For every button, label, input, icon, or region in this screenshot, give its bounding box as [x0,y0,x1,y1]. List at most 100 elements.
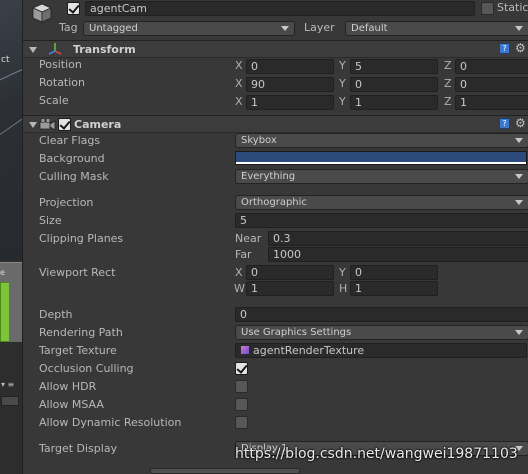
help-book-icon[interactable]: ? [499,43,510,54]
gameobject-cube-icon [32,3,52,23]
depth-label: Depth [39,308,73,321]
viewport-rect-label: Viewport Rect [39,266,116,279]
camera-enabled-checkbox[interactable] [58,118,71,131]
allow-msaa-label: Allow MSAA [39,398,104,411]
culling-mask-label: Culling Mask [39,170,109,183]
axis-y-label: Y [339,59,346,72]
foldout-arrow-icon[interactable] [29,122,37,128]
position-x-field[interactable]: 0 [246,59,334,74]
axis-x-label: X [235,95,243,108]
culling-mask-value: Everything [241,171,296,182]
rotation-y-field[interactable]: 0 [350,77,438,92]
tag-dropdown[interactable]: Untagged [83,21,295,36]
gear-icon[interactable]: ⚙ [515,117,527,129]
panel-menu-icon[interactable]: ▾ ≡ [1,380,19,390]
static-label: Static [497,1,528,14]
far-field[interactable]: 1000 [268,247,528,262]
axis-z-label: Z [444,95,452,108]
axis-h-label: H [339,282,348,295]
allow-msaa-checkbox[interactable] [235,398,248,411]
help-book-icon[interactable]: ? [499,118,510,129]
axis-z-label: Z [444,77,452,90]
panel-control[interactable] [1,396,19,406]
viewport-h-field[interactable]: 1 [350,281,438,296]
axis-x-label: X [235,266,243,279]
target-texture-value: agentRenderTexture [253,344,365,357]
axis-w-label: W [234,282,245,295]
render-texture-icon [240,345,250,355]
rotation-z-field[interactable]: 0 [455,77,528,92]
rendering-path-dropdown[interactable]: Use Graphics Settings [235,325,528,340]
far-label: Far [235,248,252,261]
alpha-bar [236,162,526,164]
rendering-path-label: Rendering Path [39,326,123,339]
gameobject-name-field[interactable]: agentCam [85,1,475,16]
near-label: Near [235,232,262,245]
foldout-arrow-icon[interactable] [29,47,37,53]
scene-view-edge: ct e ▾ ≡ [0,0,22,474]
clear-flags-label: Clear Flags [39,134,101,147]
gear-icon[interactable]: ⚙ [515,42,527,54]
transform-title: Transform [73,43,136,56]
occlusion-culling-label: Occlusion Culling [39,362,134,375]
inspector-panel: agentCam Static Tag Untagged Layer Defau… [22,0,528,474]
chevron-down-icon [515,138,523,143]
active-checkbox[interactable] [67,2,80,15]
layer-value: Default [351,23,388,34]
game-view-tag: e [0,268,5,277]
near-field[interactable]: 0.3 [268,231,528,246]
projection-dropdown[interactable]: Orthographic [235,195,528,210]
chevron-down-icon [515,26,523,31]
position-z-field[interactable]: 0 [455,59,528,74]
clipping-planes-label: Clipping Planes [39,232,124,245]
axis-y-label: Y [339,95,346,108]
depth-field[interactable]: 0 [235,307,528,322]
chevron-down-icon [515,330,523,335]
axis-x-label: X [235,77,243,90]
camera-title: Camera [74,118,122,131]
viewport-y-field[interactable]: 0 [350,265,438,280]
rendering-path-value: Use Graphics Settings [241,327,352,338]
rotation-label: Rotation [39,76,86,89]
tag-value: Untagged [89,23,138,34]
allow-dynamic-resolution-label: Allow Dynamic Resolution [39,416,182,429]
static-checkbox[interactable] [481,2,494,15]
axis-z-label: Z [444,59,452,72]
chevron-down-icon [515,174,523,179]
layer-dropdown[interactable]: Default [345,21,528,36]
target-display-label: Target Display [39,442,118,455]
target-texture-field[interactable]: agentRenderTexture [235,343,527,358]
occlusion-culling-checkbox[interactable] [235,362,248,375]
position-label: Position [39,58,82,71]
clear-flags-dropdown[interactable]: Skybox [235,133,528,148]
viewport-x-field[interactable]: 0 [246,265,334,280]
scene-label: ct [1,55,10,65]
size-label: Size [39,214,62,227]
scale-label: Scale [39,94,69,107]
projection-value: Orthographic [241,197,307,208]
rotation-x-field[interactable]: 90 [246,77,334,92]
size-field[interactable]: 5 [235,213,528,228]
allow-dynamic-resolution-checkbox[interactable] [235,416,248,429]
axis-y-label: Y [339,266,346,279]
background-color-field[interactable] [235,151,527,165]
tag-label: Tag [59,21,78,34]
allow-hdr-checkbox[interactable] [235,380,248,393]
chevron-down-icon [515,200,523,205]
watermark: https://blog.csdn.net/wangwei19871103 [235,446,518,462]
layer-label: Layer [304,21,335,34]
add-component-button[interactable] [150,468,300,474]
axis-y-label: Y [339,77,346,90]
viewport-w-field[interactable]: 1 [246,281,334,296]
scale-y-field[interactable]: 1 [350,95,438,110]
camera-icon [39,118,56,131]
clear-flags-value: Skybox [241,135,277,146]
projection-label: Projection [39,196,94,209]
culling-mask-dropdown[interactable]: Everything [235,169,528,184]
scale-x-field[interactable]: 1 [246,95,334,110]
position-y-field[interactable]: 5 [350,59,438,74]
background-label: Background [39,152,105,165]
scale-z-field[interactable]: 1 [455,95,528,110]
axis-x-label: X [235,59,243,72]
allow-hdr-label: Allow HDR [39,380,97,393]
